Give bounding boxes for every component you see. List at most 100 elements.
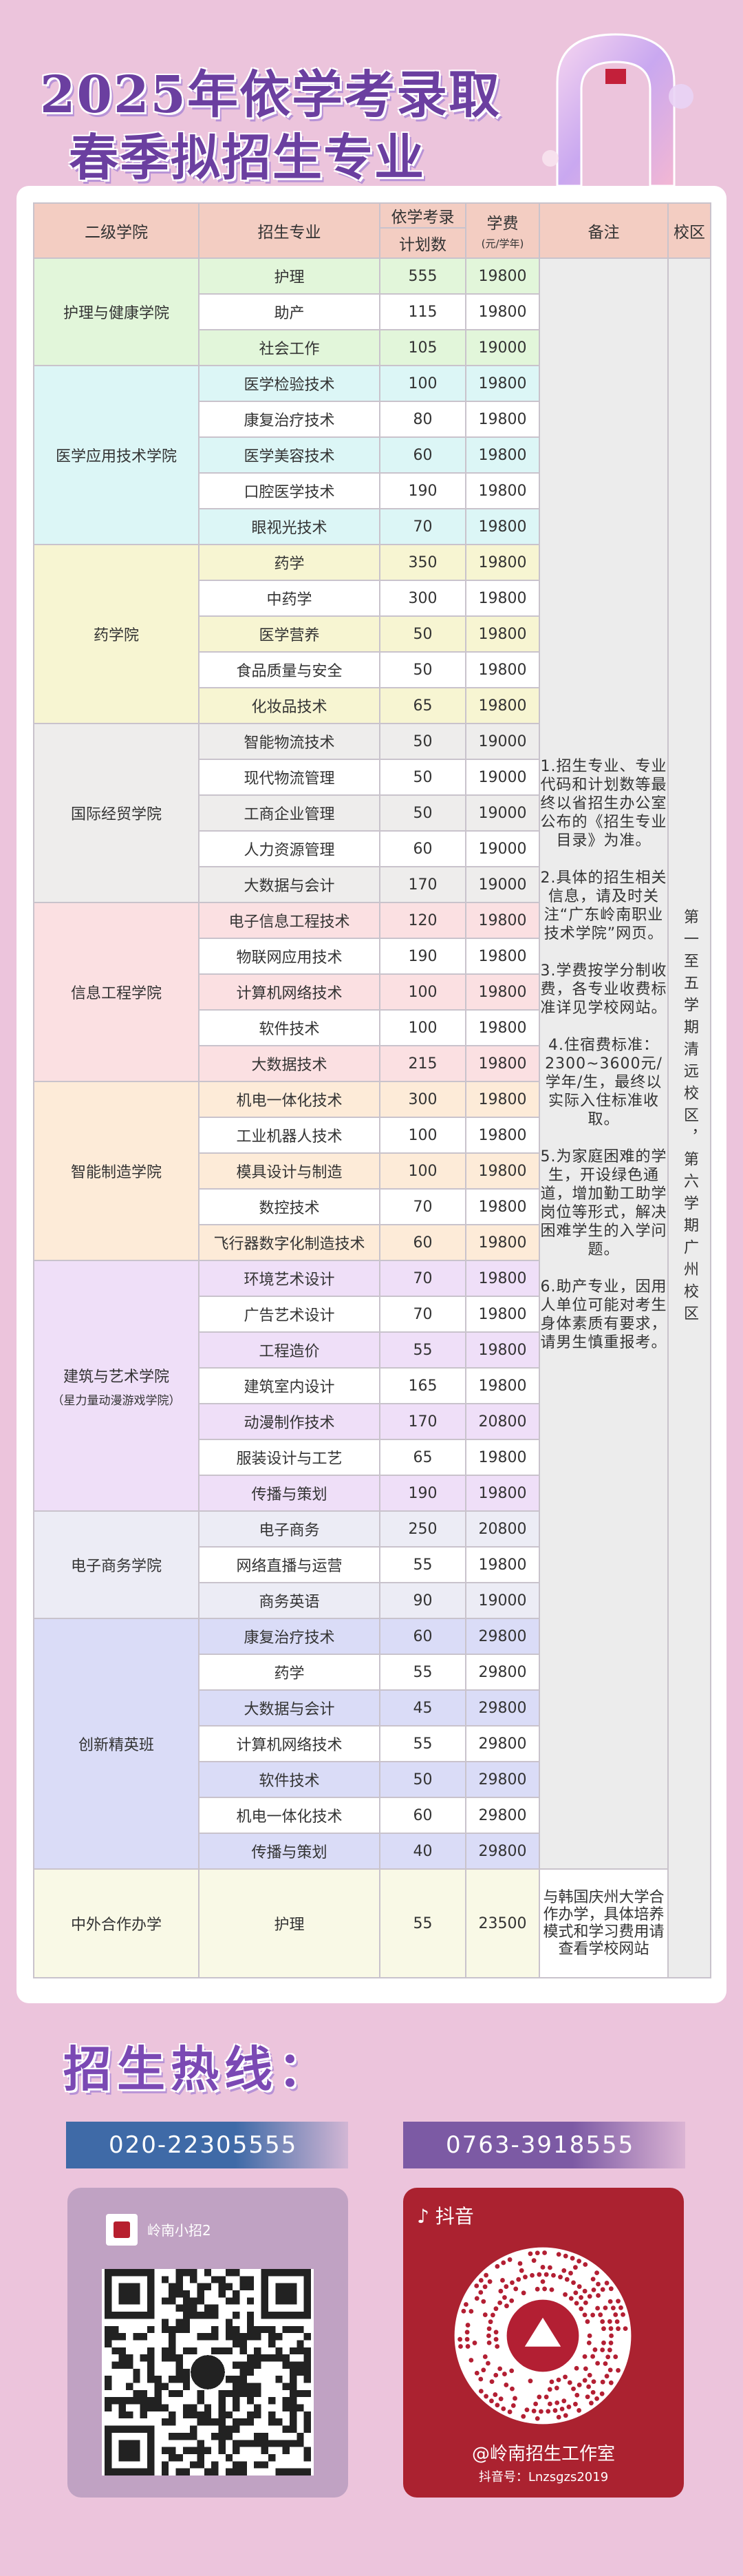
douyin-header: ♪ 抖音 [417,2202,474,2229]
major-cell: 护理 [198,257,380,295]
plan-count-cell: 40 [379,1833,466,1870]
tuition-cell: 19800 [465,1188,540,1225]
tuition-cell: 19000 [465,866,540,903]
douyin-qr-code-icon[interactable] [453,2246,633,2426]
tuition-cell: 29800 [465,1833,540,1870]
major-cell: 电子信息工程技术 [198,902,380,939]
college-name: 电子商务学院 [70,1558,162,1575]
plan-count-cell: 300 [379,1081,466,1118]
note-item: 4.住宿费标准：2300~3600元/学年/生，最终以实际入住标准收取。 [545,1036,663,1128]
plan-count-cell: 55 [379,1654,466,1691]
plan-count-cell: 120 [379,902,466,939]
tuition-cell: 19800 [465,651,540,688]
page-title-line1: 2025年依学考录取 [40,65,501,125]
college-name: 药学院 [93,627,139,644]
plan-count-cell: 190 [379,472,466,509]
plan-count-cell: 250 [379,1510,466,1548]
major-cell: 工程造价 [198,1331,380,1369]
tuition-cell: 19800 [465,580,540,617]
note-item: 5.为家庭困难的学生，开设绿色通道，增加勤工助学岗位等形式，解决困难学生的入学问… [540,1148,667,1258]
tuition-cell: 19800 [465,1045,540,1082]
major-cell: 模具设计与制造 [198,1152,380,1190]
plan-count-cell: 50 [379,651,466,688]
tuition-cell: 29800 [465,1725,540,1762]
plan-count-cell: 170 [379,866,466,903]
major-cell: 电子商务 [198,1510,380,1548]
tuition-cell: 19800 [465,1439,540,1476]
major-cell: 软件技术 [198,1761,380,1798]
tuition-cell: 19800 [465,1152,540,1190]
wechat-account-name: 岭南小招2 [147,2222,211,2239]
douyin-qr-card[interactable]: ♪ 抖音 @岭南招生工作室 抖音号：Lnzsgzs2019 [403,2188,684,2498]
college-cell: 医学应用技术学院 [33,365,200,545]
tuition-cell: 19800 [465,1331,540,1369]
header-plan-bottom: 计划数 [379,227,466,259]
tuition-cell: 19000 [465,1582,540,1619]
plan-count-cell: 100 [379,1117,466,1154]
plan-count-cell: 50 [379,1761,466,1798]
plan-count-cell: 50 [379,794,466,832]
major-cell: 眼视光技术 [198,508,380,545]
tuition-cell: 19800 [465,365,540,402]
douyin-account-id: 抖音号：Lnzsgzs2019 [478,2470,609,2484]
major-cell: 计算机网络技术 [198,973,380,1011]
page-title-line2: 春季拟招生专业 [69,128,426,187]
major-cell: 口腔医学技术 [198,472,380,509]
major-cell: 医学检验技术 [198,365,380,402]
major-cell: 大数据与会计 [198,1689,380,1727]
hotline-phone-1[interactable]: 020-22305555 [66,2122,348,2168]
tuition-cell: 19800 [465,1009,540,1046]
header-plan-top: 依学考录 [379,202,466,229]
header-college: 二级学院 [33,202,200,259]
major-cell: 数控技术 [198,1188,380,1225]
major-cell: 商务英语 [198,1582,380,1619]
major-cell: 服装设计与工艺 [198,1439,380,1476]
plan-count-cell: 115 [379,293,466,330]
major-cell: 中药学 [198,580,380,617]
plan-count-cell: 50 [379,723,466,760]
plan-count-cell: 170 [379,1403,466,1440]
plan-count-cell: 50 [379,759,466,796]
plan-count-cell: 70 [379,1296,466,1333]
plan-count-cell: 70 [379,508,466,545]
wechat-qr-code-icon[interactable] [102,2269,314,2475]
college-cell: 信息工程学院 [33,902,200,1082]
tuition-cell: 19800 [465,257,540,295]
major-cell: 传播与策划 [198,1475,380,1512]
plan-count-cell: 60 [379,1618,466,1655]
plan-count-cell: 70 [379,1260,466,1297]
header-campus: 校区 [667,202,711,259]
major-cell: 康复治疗技术 [198,401,380,438]
header-major: 招生专业 [198,202,380,259]
college-cell: 电子商务学院 [33,1510,200,1619]
note-item: 6.助产专业，因用人单位可能对考生身体素质有要求，请男生慎重报考。 [540,1278,667,1351]
plan-count-cell: 190 [379,1475,466,1512]
major-cell: 人力资源管理 [198,830,380,867]
college-cell: 建筑与艺术学院 （星力量动漫游戏学院） [33,1260,200,1512]
header-fee: 学费 (元/学年) [465,202,540,259]
tuition-cell: 19800 [465,472,540,509]
college-cell: 智能制造学院 [33,1081,200,1261]
hotline-phone-2[interactable]: 0763-3918555 [403,2122,685,2168]
wechat-qr-card[interactable]: 岭南小招2 [67,2188,348,2498]
major-cell: 动漫制作技术 [198,1403,380,1440]
tuition-cell: 19000 [465,723,540,760]
tuition-cell: 19800 [465,938,540,975]
plan-count-cell: 45 [379,1689,466,1727]
college-name: 建筑与艺术学院 [63,1368,169,1386]
tuition-cell: 19800 [465,544,540,581]
tuition-cell: 19800 [465,902,540,939]
major-cell: 化妆品技术 [198,687,380,724]
tuition-cell: 19800 [465,1260,540,1297]
tuition-cell: 19000 [465,794,540,832]
plan-count-cell: 70 [379,1188,466,1225]
tuition-cell: 29800 [465,1654,540,1691]
college-name: 国际经贸学院 [70,806,162,823]
major-cell: 工商企业管理 [198,794,380,832]
coop-note-cell: 与韩国庆州大学合作办学，具体培养模式和学习费用请查看学校网站 [539,1868,669,1978]
college-cell: 药学院 [33,544,200,724]
tiktok-icon: ♪ [417,2205,429,2228]
plan-count-cell: 60 [379,436,466,474]
plan-count-cell: 60 [379,1224,466,1261]
major-cell: 药学 [198,1654,380,1691]
